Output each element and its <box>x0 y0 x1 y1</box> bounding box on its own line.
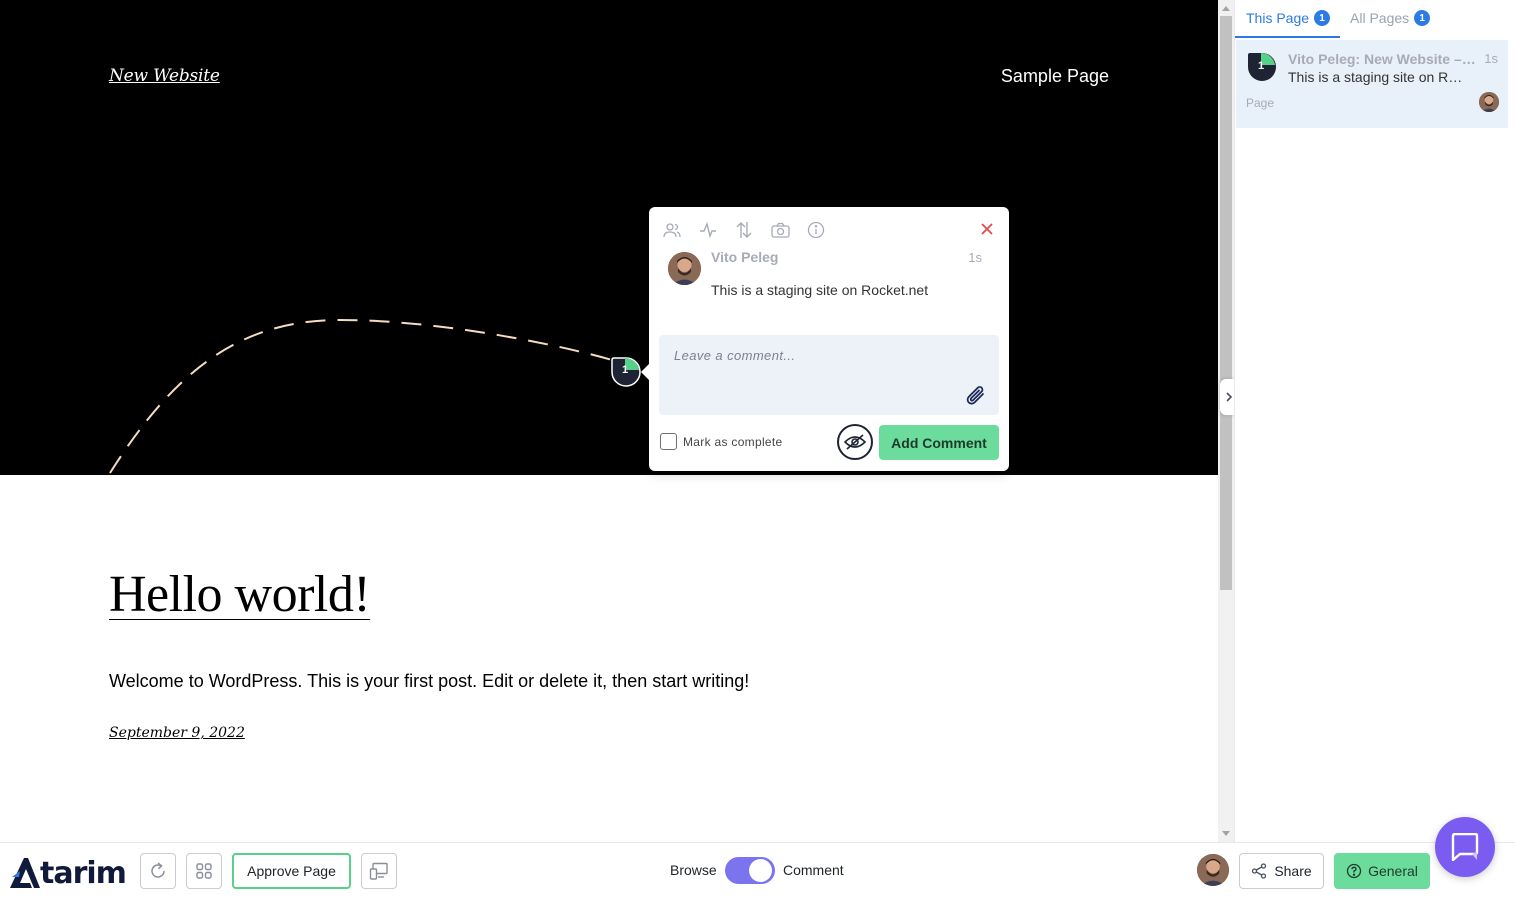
approve-page-button[interactable]: Approve Page <box>232 853 351 889</box>
bottom-toolbar: tarim Approve Page Browse Comment Share … <box>0 842 1515 897</box>
post-body: Welcome to WordPress. This is your first… <box>109 671 750 691</box>
comment-input[interactable] <box>659 335 999 415</box>
page-scrollbar[interactable] <box>1218 0 1234 842</box>
comment-card-avatar <box>1479 92 1499 112</box>
comment-author: Vito Peleg <box>711 249 779 265</box>
browse-mode-label[interactable]: Browse <box>670 862 717 878</box>
comment-card-pin: 1 <box>1245 51 1277 83</box>
site-header: New Website Sample Page 1 <box>0 0 1218 475</box>
general-label: General <box>1368 863 1418 879</box>
tab-this-page-count: 1 <box>1314 10 1331 26</box>
mark-complete-label: Mark as complete <box>683 435 783 449</box>
scroll-down-arrow-icon[interactable] <box>1222 831 1230 836</box>
add-comment-button[interactable]: Add Comment <box>879 425 999 460</box>
toggle-knob <box>749 859 772 882</box>
website-preview: New Website Sample Page 1 Hello world! W… <box>0 0 1218 842</box>
arrows-up-down-icon[interactable] <box>733 220 755 240</box>
comment-card-type: Page <box>1246 96 1275 110</box>
comment-card-time: 1s <box>1484 51 1498 66</box>
tab-this-page[interactable]: This Page 1 <box>1246 10 1331 26</box>
scrollbar-thumb[interactable] <box>1220 16 1232 590</box>
users-icon[interactable] <box>661 220 683 240</box>
help-circle-icon <box>1346 863 1362 879</box>
comments-sidebar: This Page 1 All Pages 1 1 Vito Peleg: Ne… <box>1234 0 1515 842</box>
tab-this-page-label: This Page <box>1246 10 1310 26</box>
comment-card[interactable]: 1 Vito Peleg: New Website – Sample Page … <box>1236 40 1508 128</box>
user-avatar[interactable] <box>1197 854 1229 886</box>
comment-message: This is a staging site on Rocket.net <box>711 282 929 298</box>
comment-card-message: This is a staging site on Rocket.net <box>1288 69 1466 85</box>
post-date-link[interactable]: September 9, 2022 <box>109 725 245 741</box>
post-title[interactable]: Hello world! <box>109 565 371 624</box>
chat-support-button[interactable] <box>1435 817 1495 877</box>
site-title-link[interactable]: New Website <box>109 66 220 86</box>
activity-icon[interactable] <box>697 220 719 240</box>
comment-time: 1s <box>968 250 982 265</box>
general-help-button[interactable]: General <box>1334 853 1430 889</box>
share-icon <box>1252 863 1267 879</box>
share-button[interactable]: Share <box>1239 853 1324 889</box>
atarim-logo: tarim <box>10 853 127 891</box>
browse-comment-toggle[interactable] <box>725 857 775 884</box>
refresh-icon <box>151 862 165 878</box>
comment-pin[interactable]: 1 <box>609 356 641 388</box>
mark-complete-checkbox[interactable] <box>660 433 677 450</box>
hide-icon[interactable] <box>837 424 873 460</box>
scroll-up-arrow-icon[interactable] <box>1222 6 1230 11</box>
grid-icon <box>196 863 212 879</box>
comment-popup: Vito Peleg 1s This is a staging site on … <box>641 207 1009 471</box>
refresh-button[interactable] <box>140 853 176 889</box>
atarim-logo-mark-icon <box>10 858 40 888</box>
chat-icon <box>1451 833 1479 861</box>
responsive-view-button[interactable] <box>361 853 397 889</box>
popup-toolbar <box>661 220 827 240</box>
tab-all-pages-count: 1 <box>1414 10 1431 26</box>
comment-card-title: Vito Peleg: New Website – Sample Page <box>1288 51 1476 67</box>
info-icon[interactable] <box>805 220 827 240</box>
active-tab-indicator <box>1235 36 1340 38</box>
grid-button[interactable] <box>186 853 222 889</box>
paperclip-icon[interactable] <box>965 384 987 408</box>
sidebar-tabs: This Page 1 All Pages 1 <box>1235 0 1515 38</box>
chevron-right-icon <box>1226 392 1233 402</box>
comment-pin-number: 1 <box>621 364 629 376</box>
devices-icon <box>369 862 388 880</box>
camera-icon[interactable] <box>769 220 791 240</box>
tab-all-pages-label: All Pages <box>1350 10 1410 26</box>
author-avatar <box>668 252 701 285</box>
atarim-logo-text: tarim <box>40 856 127 891</box>
close-icon[interactable] <box>979 221 995 237</box>
comment-card-number: 1 <box>1257 60 1265 72</box>
share-label: Share <box>1274 863 1312 879</box>
nav-link-sample-page[interactable]: Sample Page <box>1001 66 1109 87</box>
tab-all-pages[interactable]: All Pages 1 <box>1350 10 1431 26</box>
comment-mode-label[interactable]: Comment <box>783 862 844 878</box>
